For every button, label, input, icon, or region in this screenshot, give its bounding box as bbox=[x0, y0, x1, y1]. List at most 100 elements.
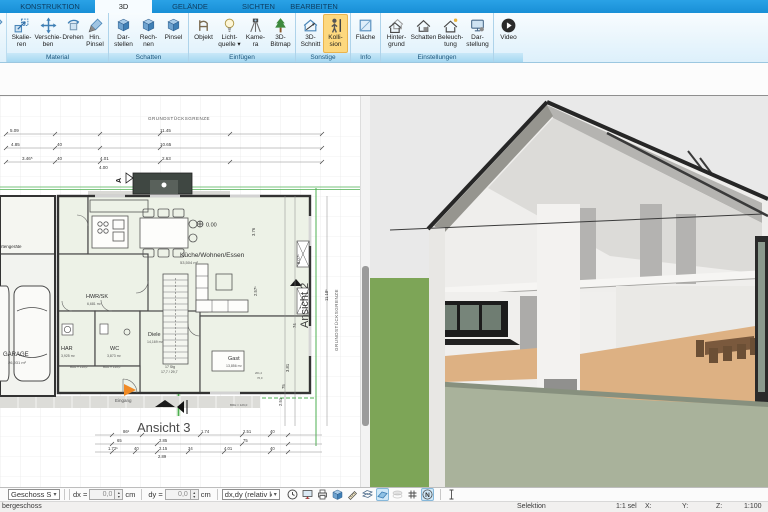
dy-stepper[interactable]: ▲ ▼ bbox=[190, 489, 199, 500]
svg-text:86⁵: 86⁵ bbox=[123, 429, 130, 434]
video-button[interactable]: Video bbox=[496, 14, 521, 53]
cube-icon bbox=[115, 16, 132, 34]
ribbon-group-info: Fläche Info bbox=[351, 13, 381, 62]
workplane-icon[interactable] bbox=[375, 488, 389, 501]
svg-text:Diele: Diele bbox=[148, 332, 161, 338]
svg-text:11.45: 11.45 bbox=[160, 128, 171, 133]
beleuchtung-button[interactable]: Beleuch- tung bbox=[437, 14, 464, 53]
svg-text:2.57⁵: 2.57⁵ bbox=[253, 286, 258, 296]
coordinate-mode-select[interactable]: dx,dy (relativ ka▾ bbox=[221, 489, 280, 500]
chevron-down-icon: ▾ bbox=[273, 492, 277, 498]
printer-icon[interactable] bbox=[316, 488, 329, 501]
svg-text:40: 40 bbox=[57, 142, 63, 147]
monitor-icon[interactable] bbox=[301, 488, 314, 501]
area-icon bbox=[357, 16, 374, 34]
status-x: X: bbox=[645, 503, 652, 510]
lichtquelle-button[interactable]: Licht- quelle ▾ bbox=[216, 14, 243, 53]
tree-icon bbox=[272, 16, 289, 34]
svg-text:40: 40 bbox=[57, 156, 63, 161]
svg-text:11.18⁵: 11.18⁵ bbox=[324, 289, 329, 301]
layers-icon[interactable] bbox=[391, 488, 404, 501]
verschieben-button[interactable]: Verschie- ben bbox=[34, 14, 62, 53]
hin-pinsel-button[interactable]: Hin. Pinsel bbox=[84, 14, 106, 53]
3d-schnitt-button[interactable]: 3D- Schnitt bbox=[298, 14, 323, 53]
svg-text:HAR: HAR bbox=[61, 346, 73, 352]
group-label-sonstige: Sonstige bbox=[296, 53, 350, 62]
north-icon[interactable] bbox=[420, 488, 434, 501]
svg-text:53,504 m²: 53,504 m² bbox=[180, 260, 199, 265]
workspace-gap bbox=[0, 63, 768, 95]
tab-sichten[interactable]: SICHTEN bbox=[235, 0, 282, 13]
section-icon bbox=[302, 16, 319, 34]
svg-text:8.07⁵: 8.07⁵ bbox=[296, 254, 301, 264]
stairs-note1: 17 Stg bbox=[165, 365, 175, 369]
dx-input[interactable] bbox=[89, 489, 116, 500]
darstellen-button[interactable]: Dar- stellen bbox=[111, 14, 136, 53]
svg-text:Gast: Gast bbox=[228, 356, 240, 362]
tab-3d[interactable]: 3D bbox=[95, 0, 152, 13]
cube-icon bbox=[165, 16, 182, 34]
schatten-einst-button[interactable]: Schatten bbox=[410, 14, 437, 53]
bottom-toolbar: Geschoss S▾ dx = ▲▼ cm dy = ▲▼ cm dx,dy … bbox=[0, 487, 768, 501]
stairs-note2: 17,7 / 29,7 bbox=[161, 370, 178, 374]
hintergrund-button[interactable]: Hinter- grund bbox=[383, 14, 410, 53]
car-top-view bbox=[0, 285, 51, 382]
brush-icon bbox=[87, 16, 104, 34]
darstellung-button[interactable]: Dar- stellung bbox=[464, 14, 491, 53]
ribbon-group-einfuegen: Objekt Licht- quelle ▾ Kame- ra 3D- Bitm… bbox=[189, 13, 296, 62]
status-bar: bergeschoss Selektion 1:1 sel X: Y: Z: 1… bbox=[0, 501, 768, 512]
svg-text:2.85: 2.85 bbox=[159, 438, 168, 443]
objekt-button[interactable]: Objekt bbox=[191, 14, 216, 53]
floor-plan-2d-view[interactable]: A Eingang Ansicht 3 Ansicht 2 GRUNDSTÜCK… bbox=[0, 96, 360, 487]
svg-text:26,931 m²: 26,931 m² bbox=[8, 360, 27, 365]
mesh-icon[interactable] bbox=[361, 488, 374, 501]
group-label-info: Info bbox=[351, 53, 380, 62]
group-label-einstellungen: Einstellungen bbox=[381, 53, 493, 62]
svg-text:WC: WC bbox=[110, 346, 119, 352]
tab-gelaende[interactable]: GELÄNDE bbox=[160, 0, 220, 13]
chair-icon bbox=[195, 16, 212, 34]
grid-icon[interactable] bbox=[406, 488, 419, 501]
monitor-icon bbox=[469, 16, 486, 34]
chevron-down-icon: ▾ bbox=[53, 492, 57, 498]
lawn bbox=[370, 278, 432, 487]
svg-text:1.72⁵: 1.72⁵ bbox=[108, 446, 118, 451]
kamera-button[interactable]: Kame- ra bbox=[243, 14, 268, 53]
tab-bearbeiten[interactable]: BEARBEITEN bbox=[288, 0, 340, 13]
svg-text:74: 74 bbox=[292, 323, 297, 328]
3d-bitmap-button[interactable]: 3D- Bitmap bbox=[268, 14, 293, 53]
clock-icon[interactable] bbox=[286, 488, 299, 501]
dy-input[interactable] bbox=[164, 489, 191, 500]
svg-text:75: 75 bbox=[243, 438, 248, 443]
svg-text:40: 40 bbox=[270, 446, 275, 451]
plan-vertical-scrollbar[interactable] bbox=[360, 96, 370, 487]
ribbon-group-einstellungen: Hinter- grund Schatten Beleuch- tung Dar… bbox=[381, 13, 494, 62]
skalieren-button[interactable]: Skalie- ren bbox=[9, 14, 34, 53]
measure-icon[interactable] bbox=[346, 488, 359, 501]
kollision-button[interactable]: Kolli- sion bbox=[323, 14, 348, 53]
sideboard bbox=[132, 172, 193, 195]
small-note: 76,0 bbox=[257, 376, 263, 380]
svg-text:4.01: 4.01 bbox=[224, 446, 233, 451]
status-y: Y: bbox=[682, 503, 689, 510]
cursor-ibeam-icon[interactable] bbox=[445, 488, 458, 501]
drehen-button[interactable]: Drehen bbox=[62, 14, 84, 53]
entrance-label: Eingang bbox=[115, 398, 132, 403]
svg-text:2.51: 2.51 bbox=[243, 429, 252, 434]
material-cube-icon[interactable] bbox=[331, 488, 344, 501]
tab-konstruktion[interactable]: KONSTRUKTION bbox=[10, 0, 90, 13]
render-3d-view[interactable] bbox=[370, 96, 768, 487]
dx-stepper[interactable]: ▲ ▼ bbox=[115, 489, 124, 500]
pinsel-button[interactable]: Pinsel bbox=[161, 14, 186, 53]
svg-text:0.00: 0.00 bbox=[206, 223, 217, 229]
house-sun-icon bbox=[442, 16, 459, 34]
scrollbar-thumb[interactable] bbox=[362, 266, 369, 426]
rechnen-button[interactable]: Rech- nen bbox=[136, 14, 161, 53]
clipped-ribbon-button[interactable] bbox=[0, 13, 7, 62]
ribbon-group-video: Video bbox=[494, 13, 523, 62]
svg-text:rtengeräte: rtengeräte bbox=[1, 244, 22, 249]
floor-select[interactable]: Geschoss S ▾ bbox=[8, 489, 60, 500]
flaeche-button[interactable]: Fläche bbox=[353, 14, 378, 53]
group-label-material: Material bbox=[7, 53, 108, 62]
svg-text:HWR/SK: HWR/SK bbox=[86, 294, 108, 300]
